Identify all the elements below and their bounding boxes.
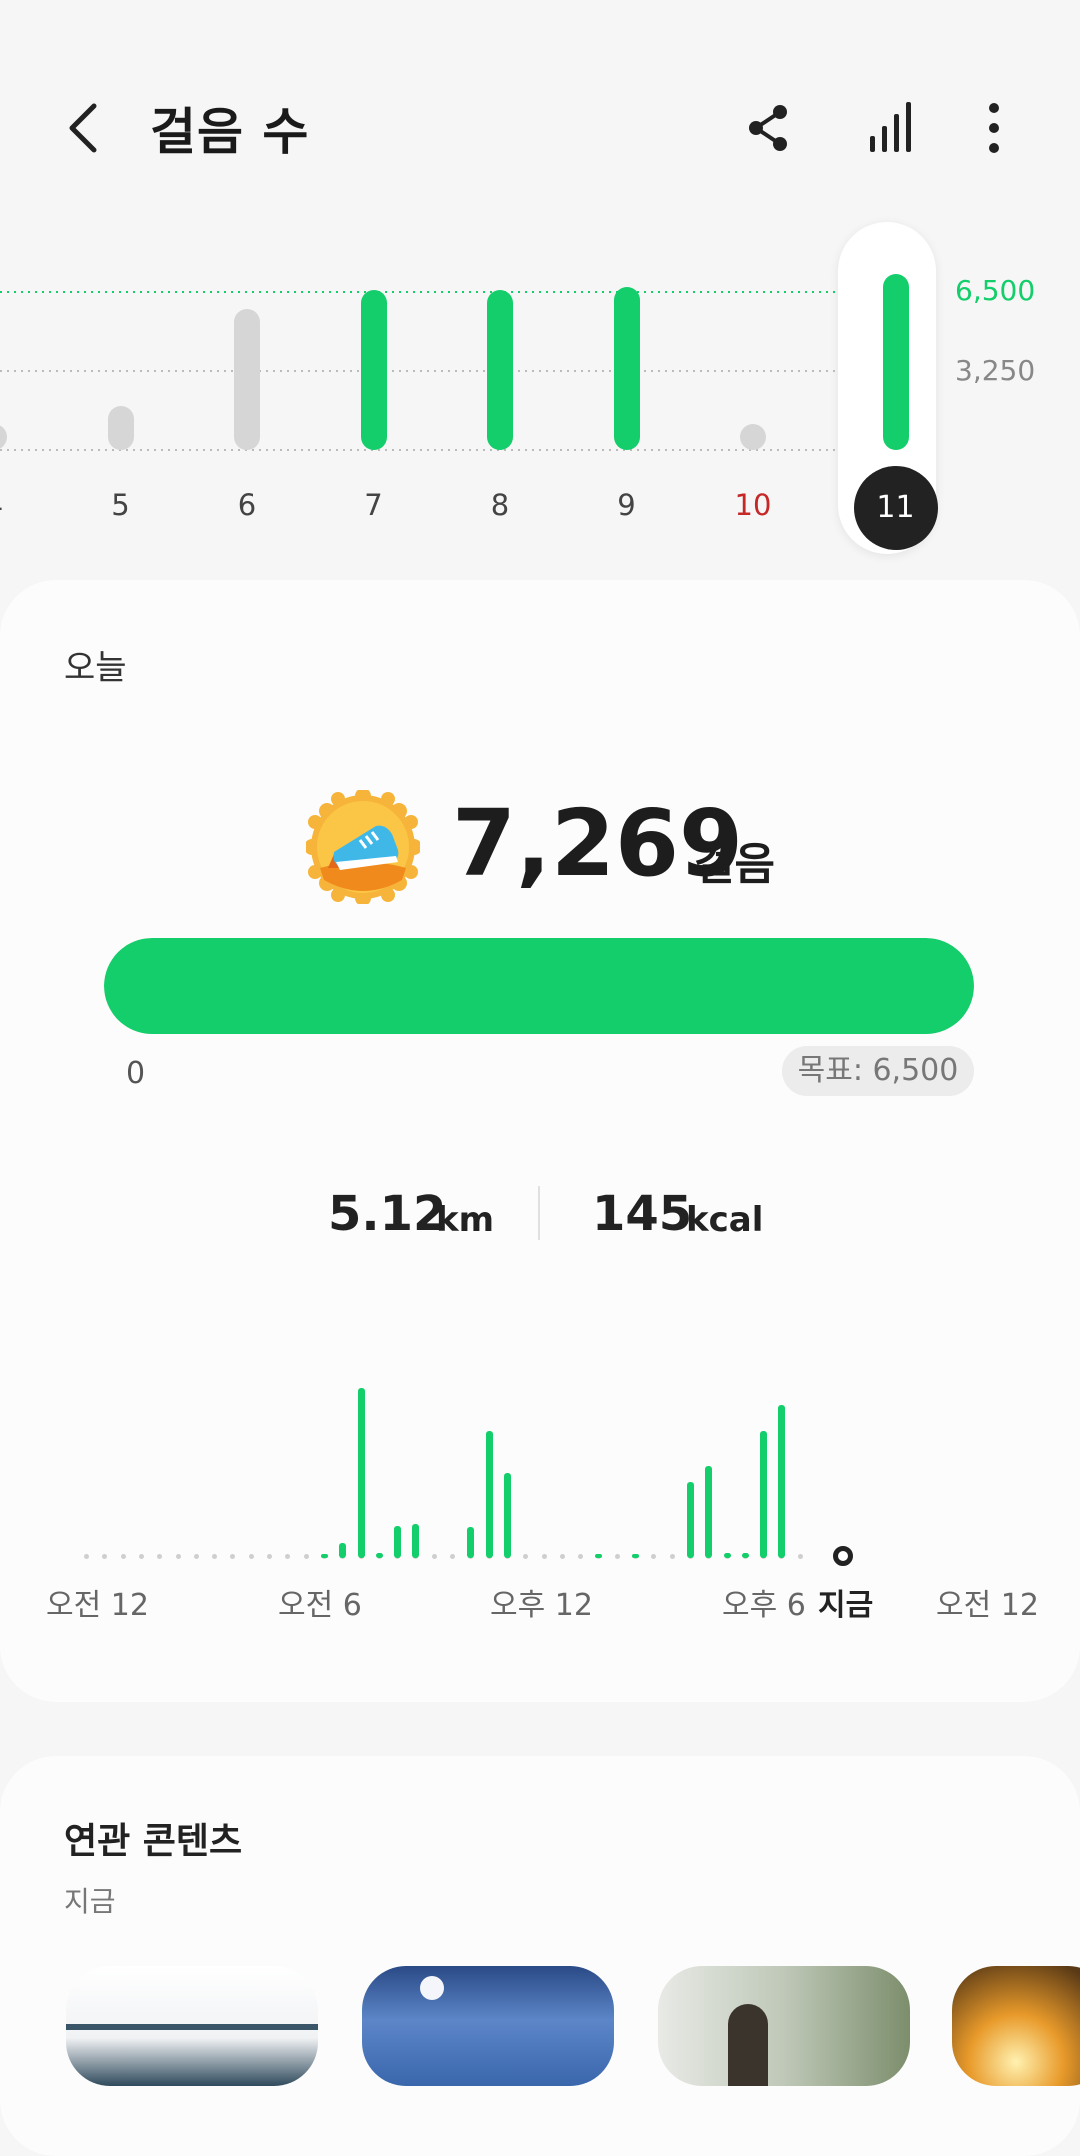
hour-slot-dot — [797, 1554, 803, 1559]
hour-bar — [686, 1481, 694, 1558]
hour-label-midnight-end: 오전 12 — [936, 1588, 1039, 1623]
hour-bar — [412, 1524, 420, 1558]
hour-bar — [357, 1388, 365, 1558]
hour-slot-dot — [102, 1554, 108, 1559]
hour-label-noon: 오후 12 — [490, 1588, 593, 1623]
thumbnail-1-stripe — [66, 2024, 318, 2030]
hour-slot-dot — [559, 1554, 565, 1559]
hour-slot-dot — [193, 1554, 199, 1559]
hour-slot-dot — [230, 1554, 236, 1559]
hour-bar — [595, 1554, 603, 1558]
hourly-steps-chart — [0, 0, 1080, 1700]
now-marker — [833, 1546, 853, 1566]
related-thumbnail-4[interactable] — [952, 1966, 1080, 2086]
hour-bar — [723, 1552, 731, 1558]
hour-slot-dot — [303, 1554, 309, 1559]
hour-bar — [320, 1553, 328, 1558]
hour-slot-dot — [669, 1554, 675, 1559]
hour-bar — [375, 1552, 383, 1558]
hour-slot-dot — [84, 1554, 89, 1559]
hour-slot-dot — [267, 1554, 272, 1559]
hour-label-6pm: 오후 6 — [722, 1588, 806, 1623]
related-content-title: 연관 콘텐츠 — [64, 1821, 243, 1862]
hour-bar — [503, 1473, 511, 1558]
hour-slot-dot — [523, 1554, 529, 1559]
hour-bar — [632, 1554, 639, 1558]
hour-slot-dot — [175, 1554, 181, 1559]
hour-bar — [705, 1466, 713, 1558]
hour-slot-dot — [651, 1554, 657, 1559]
hour-bar — [339, 1542, 347, 1558]
hour-slot-dot — [614, 1554, 620, 1559]
hour-bar — [485, 1430, 493, 1558]
hour-slot-dot — [138, 1554, 144, 1559]
thumbnail-2-moon — [420, 1976, 444, 2000]
related-thumbnail-3[interactable] — [658, 1966, 910, 2086]
thumbnail-3-figure — [728, 2004, 768, 2086]
hour-label-midnight-start: 오전 12 — [46, 1588, 149, 1623]
hour-bar — [741, 1552, 749, 1558]
hour-slot-dot — [157, 1554, 163, 1559]
hour-label-now: 지금 — [818, 1588, 874, 1623]
hour-slot-dot — [248, 1554, 254, 1559]
related-content-subtitle: 지금 — [64, 1885, 116, 1918]
hour-slot-dot — [431, 1554, 437, 1559]
hour-bar — [467, 1527, 475, 1558]
related-thumbnail-1[interactable] — [66, 1966, 318, 2086]
hour-bar — [394, 1525, 402, 1558]
hour-slot-dot — [450, 1554, 455, 1559]
hour-slot-dot — [285, 1554, 291, 1559]
related-thumbnail-2[interactable] — [362, 1966, 614, 2086]
hour-slot-dot — [212, 1554, 218, 1559]
hour-label-6am: 오전 6 — [278, 1588, 362, 1623]
hour-slot-dot — [541, 1554, 547, 1559]
hour-bar — [778, 1405, 786, 1558]
hour-slot-dot — [120, 1554, 126, 1559]
hour-bar — [760, 1430, 768, 1558]
hour-slot-dot — [578, 1554, 584, 1559]
